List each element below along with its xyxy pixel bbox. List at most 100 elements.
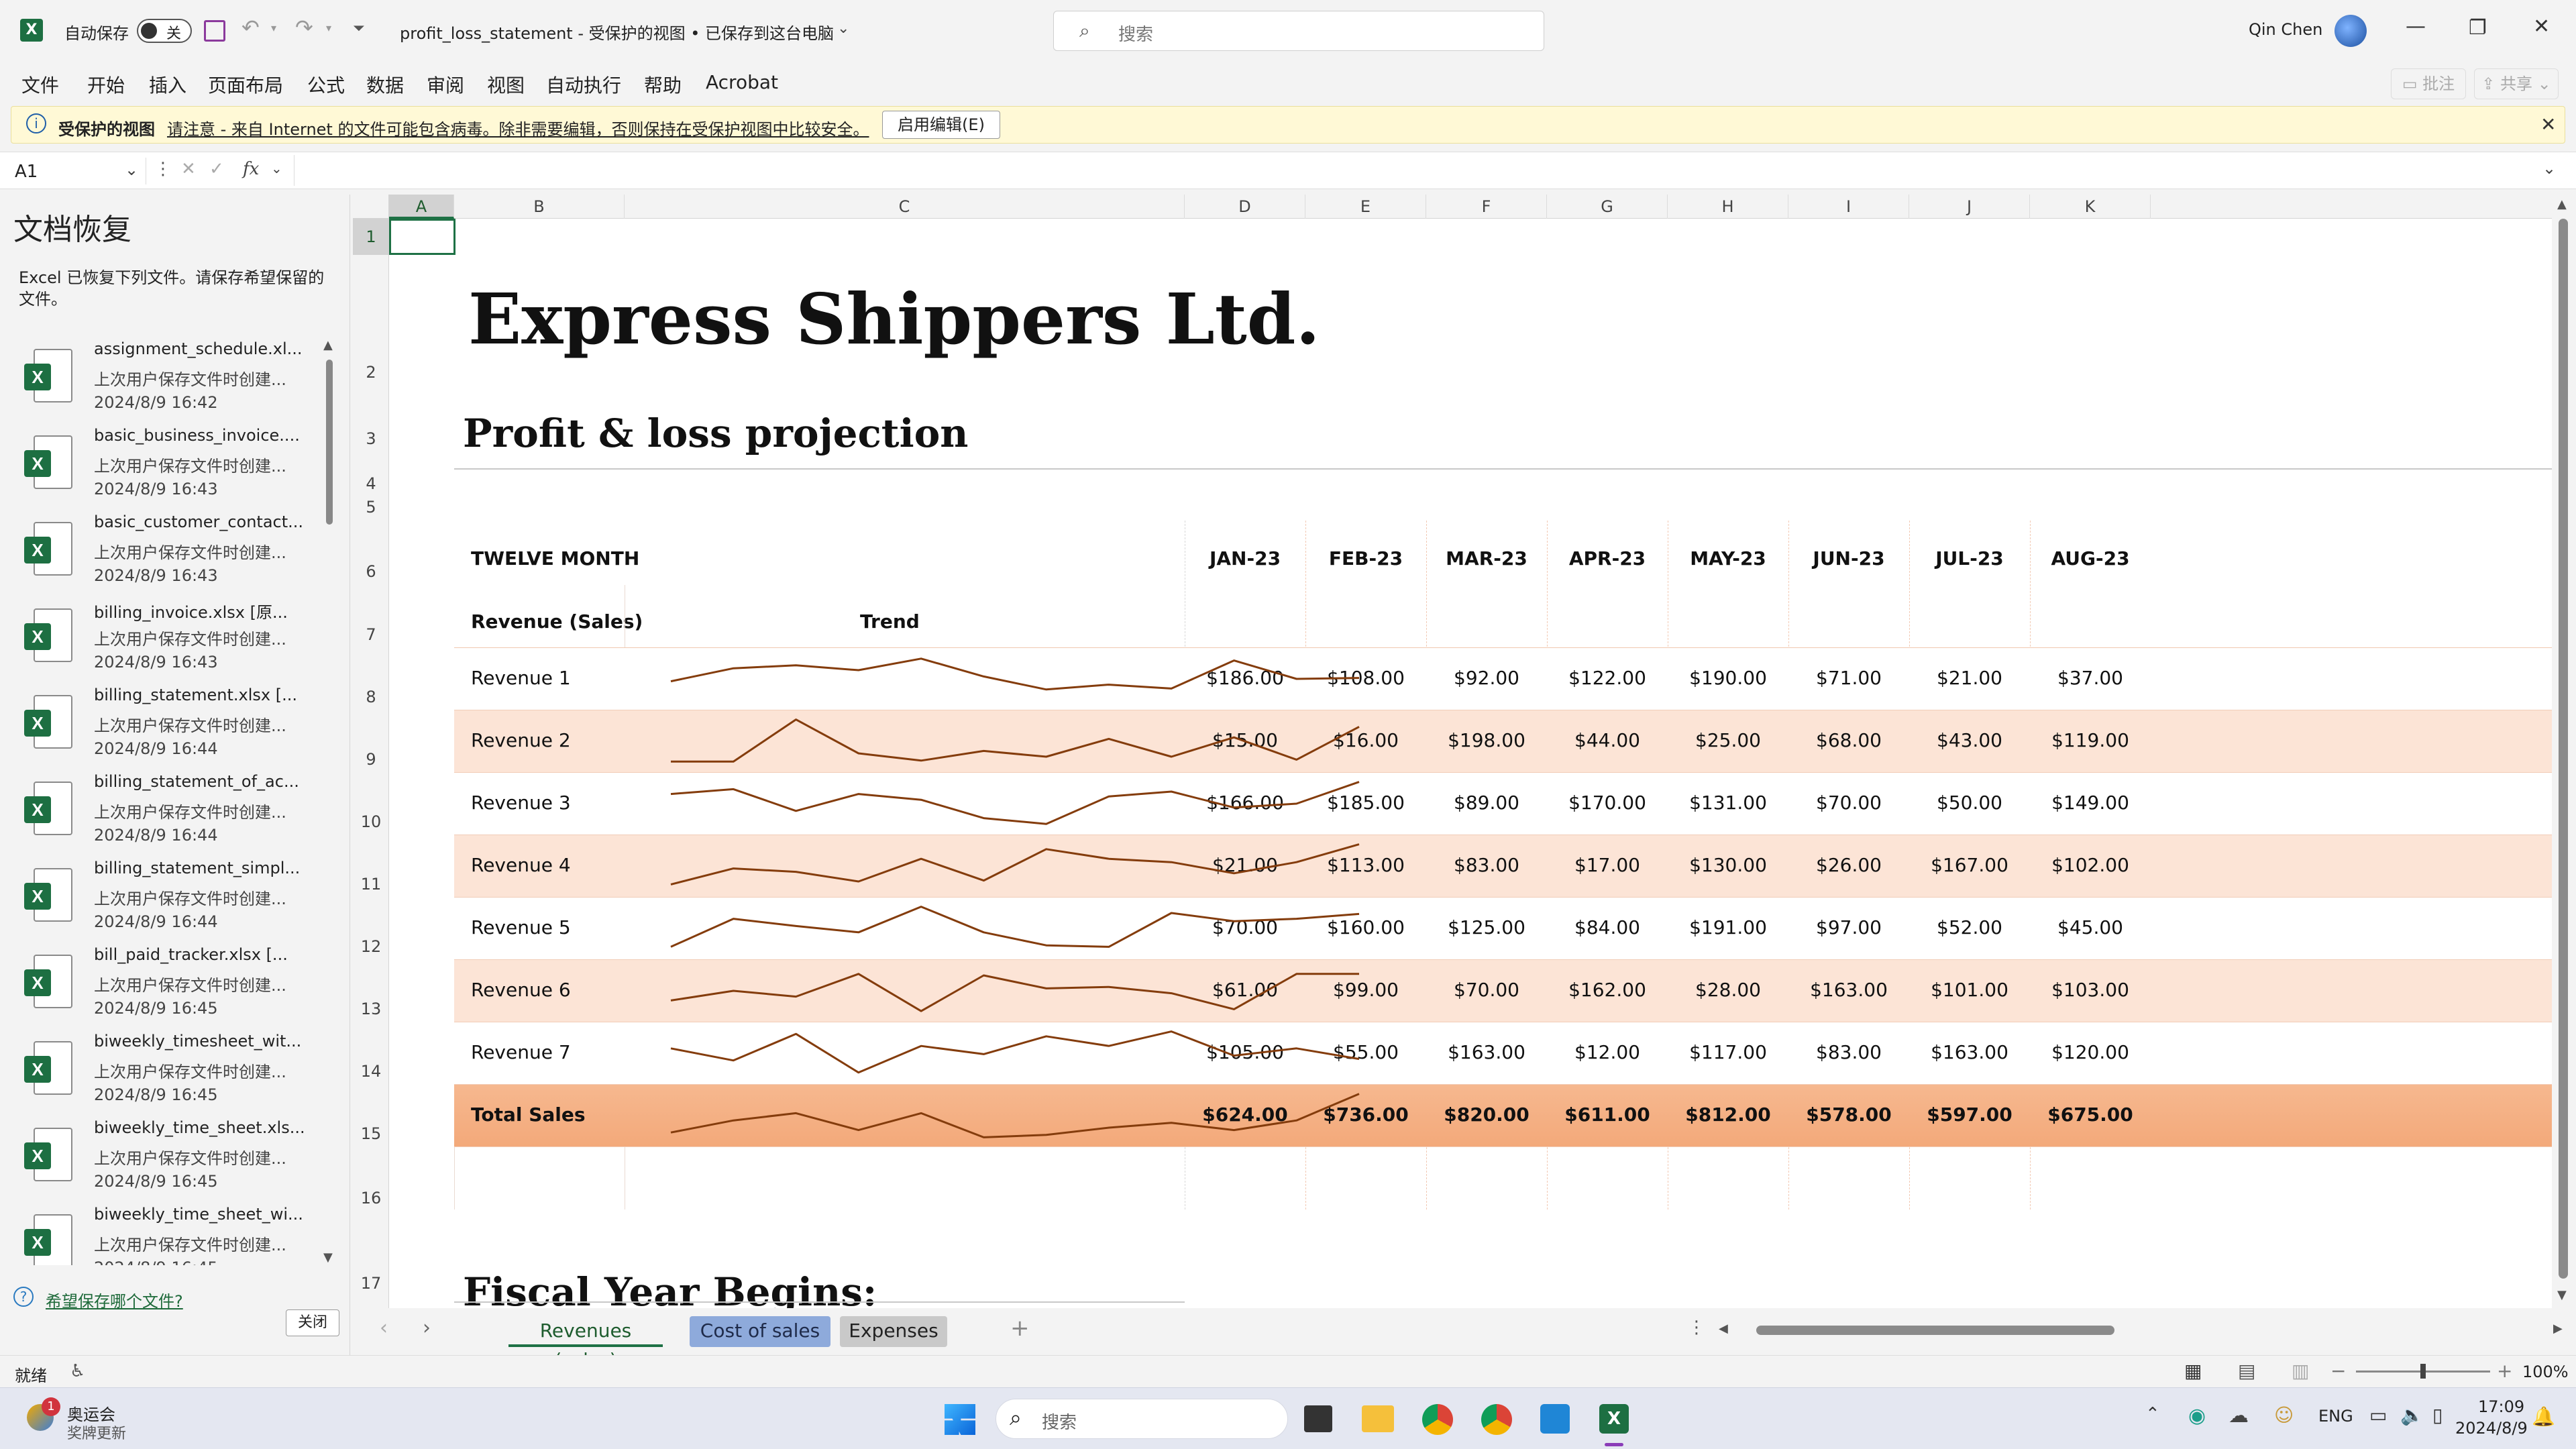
restore-icon[interactable]: ❐ xyxy=(2469,16,2487,40)
name-box[interactable]: A1 ⌄ xyxy=(8,158,146,184)
total-sales-label[interactable]: Total Sales xyxy=(471,1104,586,1126)
row-header-6[interactable]: 6 xyxy=(353,521,389,585)
widgets-button[interactable]: 1 奥运会 奖牌更新 xyxy=(24,1397,158,1442)
revenue-row-label[interactable]: Revenue 7 xyxy=(471,1041,571,1063)
fx-dropdown-icon[interactable]: ⌄ xyxy=(271,160,282,176)
revenue-value-cell[interactable]: $167.00 xyxy=(1909,854,2030,876)
vertical-scrollbar-track[interactable]: ▲ ▼ xyxy=(2552,195,2576,1308)
page-layout-view-icon[interactable]: ▤ xyxy=(2238,1360,2255,1382)
expand-formula-icon[interactable]: ⌄ xyxy=(2542,159,2556,178)
revenue-value-cell[interactable]: $191.00 xyxy=(1668,916,1788,938)
revenue-value-cell[interactable]: $163.00 xyxy=(1426,1041,1547,1063)
revenue-row-label[interactable]: Revenue 4 xyxy=(471,854,571,876)
scroll-up-icon[interactable]: ▲ xyxy=(2557,197,2567,211)
revenue-value-cell[interactable]: $149.00 xyxy=(2030,792,2151,814)
revenue-value-cell[interactable]: $25.00 xyxy=(1668,729,1788,751)
recovery-file-item[interactable]: Xbasic_customer_contact... 上次用户保存文件时创建...… xyxy=(24,513,333,598)
protected-view-message[interactable]: 请注意 - 来自 Internet 的文件可能包含病毒。除非需要编辑，否则保持在… xyxy=(167,116,869,140)
column-header-i[interactable]: I xyxy=(1788,195,1909,219)
revenue-value-cell[interactable]: $16.00 xyxy=(1305,729,1426,751)
total-value-cell[interactable]: $675.00 xyxy=(2030,1104,2151,1126)
menu-review[interactable]: 审阅 xyxy=(427,71,464,98)
recovery-file-item[interactable]: Xbiweekly_time_sheet.xls... 上次用户保存文件时创建..… xyxy=(24,1118,333,1204)
chrome-icon[interactable] xyxy=(1422,1404,1453,1435)
revenue-value-cell[interactable]: $70.00 xyxy=(1788,792,1909,814)
month-header[interactable]: JUN-23 xyxy=(1788,547,1909,570)
next-sheet-icon[interactable]: › xyxy=(423,1316,431,1340)
recovery-file-item[interactable]: Xbilling_invoice.xlsx [原... 上次用户保存文件时创建..… xyxy=(24,599,333,685)
prev-sheet-icon[interactable]: ‹ xyxy=(380,1316,388,1340)
start-button[interactable] xyxy=(945,1404,975,1435)
month-header[interactable]: AUG-23 xyxy=(2030,547,2151,570)
enable-editing-button[interactable]: 启用编辑(E) xyxy=(882,111,1000,139)
insert-function-icon[interactable]: fx xyxy=(243,159,259,179)
revenue-value-cell[interactable]: $70.00 xyxy=(1426,979,1547,1001)
page-break-view-icon[interactable]: ▥ xyxy=(2292,1360,2309,1382)
column-header-d[interactable]: D xyxy=(1185,195,1305,219)
revenue-row-label[interactable]: Revenue 1 xyxy=(471,667,571,689)
revenue-value-cell[interactable]: $102.00 xyxy=(2030,854,2151,876)
revenue-value-cell[interactable]: $12.00 xyxy=(1547,1041,1668,1063)
vscode-icon[interactable] xyxy=(1540,1404,1570,1434)
row-header-3[interactable]: 3 xyxy=(353,404,389,474)
close-icon[interactable]: ✕ xyxy=(2533,15,2550,38)
revenue-header[interactable]: Revenue (Sales) xyxy=(471,610,643,633)
network-icon[interactable]: ▭ xyxy=(2369,1404,2387,1426)
trend-header[interactable]: Trend xyxy=(860,610,920,633)
excel-taskbar-icon[interactable]: X xyxy=(1599,1404,1629,1434)
revenue-value-cell[interactable]: $113.00 xyxy=(1305,854,1426,876)
menu-data[interactable]: 数据 xyxy=(366,71,404,98)
column-header-h[interactable]: H xyxy=(1668,195,1788,219)
row-header-4[interactable]: 4 xyxy=(353,474,389,494)
show-hidden-icons[interactable]: ⌃ xyxy=(2145,1404,2160,1424)
menu-home[interactable]: 开始 xyxy=(87,71,125,98)
revenue-row-label[interactable]: Revenue 5 xyxy=(471,916,571,938)
menu-file[interactable]: 文件 xyxy=(21,71,59,98)
more-options-icon[interactable]: ⋮ xyxy=(154,159,172,179)
total-value-cell[interactable]: $812.00 xyxy=(1668,1104,1788,1126)
revenue-row-label[interactable]: Revenue 3 xyxy=(471,792,571,814)
revenue-value-cell[interactable]: $130.00 xyxy=(1668,854,1788,876)
revenue-row-label[interactable]: Revenue 6 xyxy=(471,979,571,1001)
input-language[interactable]: ENG xyxy=(2318,1407,2353,1426)
edge-icon[interactable]: ◉ xyxy=(2188,1404,2206,1428)
revenue-value-cell[interactable]: $122.00 xyxy=(1547,667,1668,689)
revenue-value-cell[interactable]: $50.00 xyxy=(1909,792,2030,814)
formula-input[interactable] xyxy=(294,155,2534,186)
revenue-value-cell[interactable]: $162.00 xyxy=(1547,979,1668,1001)
row-header-9[interactable]: 9 xyxy=(353,710,389,773)
row-header-13[interactable]: 13 xyxy=(353,960,389,1022)
row-header-5[interactable]: 5 xyxy=(353,494,389,521)
recovery-file-item[interactable]: Xbasic_business_invoice.... 上次用户保存文件时创建..… xyxy=(24,426,333,512)
sheet-tab-cost-of-sales[interactable]: Cost of sales xyxy=(690,1316,830,1347)
user-name[interactable]: Qin Chen xyxy=(2249,20,2322,39)
row-header-11[interactable]: 11 xyxy=(353,835,389,898)
horizontal-scroll-thumb[interactable] xyxy=(1756,1326,2114,1335)
month-header[interactable]: JUL-23 xyxy=(1909,547,2030,570)
month-header[interactable]: MAR-23 xyxy=(1426,547,1547,570)
revenue-value-cell[interactable]: $186.00 xyxy=(1185,667,1305,689)
revenue-value-cell[interactable]: $55.00 xyxy=(1305,1041,1426,1063)
normal-view-icon[interactable]: ▦ xyxy=(2184,1360,2202,1382)
save-icon[interactable] xyxy=(204,20,225,42)
autosave-toggle[interactable]: 关 xyxy=(137,19,192,43)
revenue-value-cell[interactable]: $71.00 xyxy=(1788,667,1909,689)
revenue-value-cell[interactable]: $198.00 xyxy=(1426,729,1547,751)
revenue-value-cell[interactable]: $26.00 xyxy=(1788,854,1909,876)
month-header[interactable]: JAN-23 xyxy=(1185,547,1305,570)
total-value-cell[interactable]: $624.00 xyxy=(1185,1104,1305,1126)
menu-view[interactable]: 视图 xyxy=(487,71,525,98)
battery-icon[interactable]: ▯ xyxy=(2432,1404,2443,1426)
sheet-tab-expenses[interactable]: Expenses xyxy=(840,1316,947,1347)
row-header-12[interactable]: 12 xyxy=(353,898,389,960)
revenue-value-cell[interactable]: $70.00 xyxy=(1185,916,1305,938)
volume-icon[interactable]: 🔈 xyxy=(2400,1404,2424,1426)
revenue-value-cell[interactable]: $120.00 xyxy=(2030,1041,2151,1063)
recovery-file-item[interactable]: Xbilling_statement.xlsx [... 上次用户保存文件时创建.… xyxy=(24,686,333,771)
accessibility-icon[interactable]: ♿ xyxy=(70,1361,85,1381)
file-explorer-icon[interactable] xyxy=(1362,1405,1394,1432)
column-header-c[interactable]: C xyxy=(625,195,1185,219)
revenue-value-cell[interactable]: $21.00 xyxy=(1909,667,2030,689)
row-header-17[interactable]: 17 xyxy=(353,1258,389,1308)
column-header-j[interactable]: J xyxy=(1909,195,2030,219)
